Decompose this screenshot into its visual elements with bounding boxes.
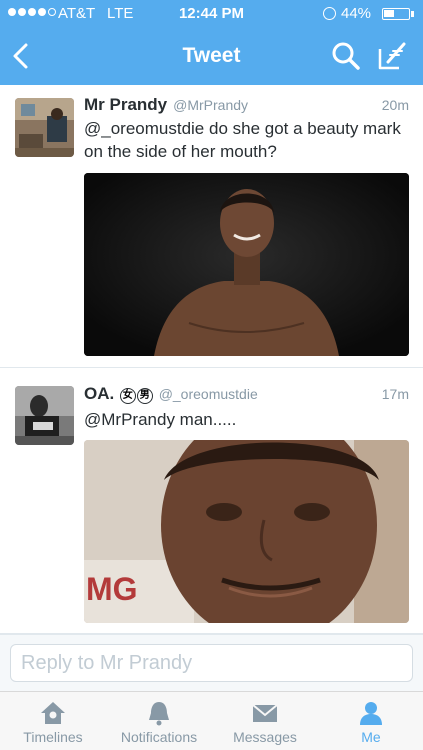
tweet[interactable]: OA. 女男 @_oreomustdie 17m @MrPrandy man...…	[0, 368, 423, 634]
tab-label: Notifications	[120, 729, 198, 745]
avatar[interactable]	[15, 98, 74, 157]
user-handle[interactable]: @_oreomustdie	[159, 386, 258, 402]
tab-messages[interactable]: Messages	[212, 692, 318, 750]
tweet[interactable]: Mr Prandy @MrPrandy 20m @_oreomustdie do …	[0, 85, 423, 368]
compose-icon	[378, 42, 406, 70]
rotation-lock-icon	[323, 7, 336, 20]
person-icon	[360, 702, 382, 725]
reply-input[interactable]	[10, 644, 413, 682]
tab-notifications[interactable]: Notifications	[106, 692, 212, 750]
tweet-header: Mr Prandy @MrPrandy 20m	[84, 95, 409, 117]
tweet-photo[interactable]	[84, 173, 409, 356]
user-handle[interactable]: @MrPrandy	[173, 97, 248, 113]
home-icon	[41, 702, 65, 724]
reply-bar	[0, 634, 423, 691]
battery-level	[384, 10, 394, 17]
kanji-badge-icon: 女	[119, 388, 136, 404]
tab-me[interactable]: Me	[318, 692, 423, 750]
tab-label: Me	[361, 729, 381, 745]
tab-label: Messages	[233, 729, 297, 745]
avatar[interactable]	[15, 386, 74, 445]
tweet-time: 17m	[381, 386, 409, 402]
compose-tweet-button[interactable]	[376, 40, 410, 72]
status-bar: AT&T LTE 12:44 PM 44%	[0, 0, 423, 28]
user-name[interactable]: OA.	[84, 384, 114, 403]
tab-timelines[interactable]: Timelines	[0, 692, 106, 750]
search-icon	[332, 42, 360, 70]
bell-icon	[149, 702, 169, 726]
envelope-icon	[252, 704, 278, 722]
tweet-header: OA. 女男 @_oreomustdie 17m	[84, 384, 409, 406]
user-name[interactable]: Mr Prandy	[84, 95, 167, 114]
search-button[interactable]	[330, 40, 362, 72]
battery-icon	[382, 8, 410, 20]
tweet-time: 20m	[381, 97, 409, 113]
battery-percent: 44%	[341, 5, 372, 22]
tab-bar: Timelines Notifications Messages Me	[0, 691, 423, 750]
tweet-photo[interactable]: MG	[84, 440, 409, 623]
tweet-text: @_oreomustdie do she got a beauty mark o…	[84, 119, 401, 161]
kanji-badge-icon: 男	[136, 388, 153, 404]
nav-header: AT&T LTE 12:44 PM 44% Tweet	[0, 0, 423, 85]
tweet-text: @MrPrandy man.....	[84, 410, 237, 429]
tab-label: Timelines	[23, 729, 83, 745]
svg-text:MG: MG	[86, 571, 138, 607]
